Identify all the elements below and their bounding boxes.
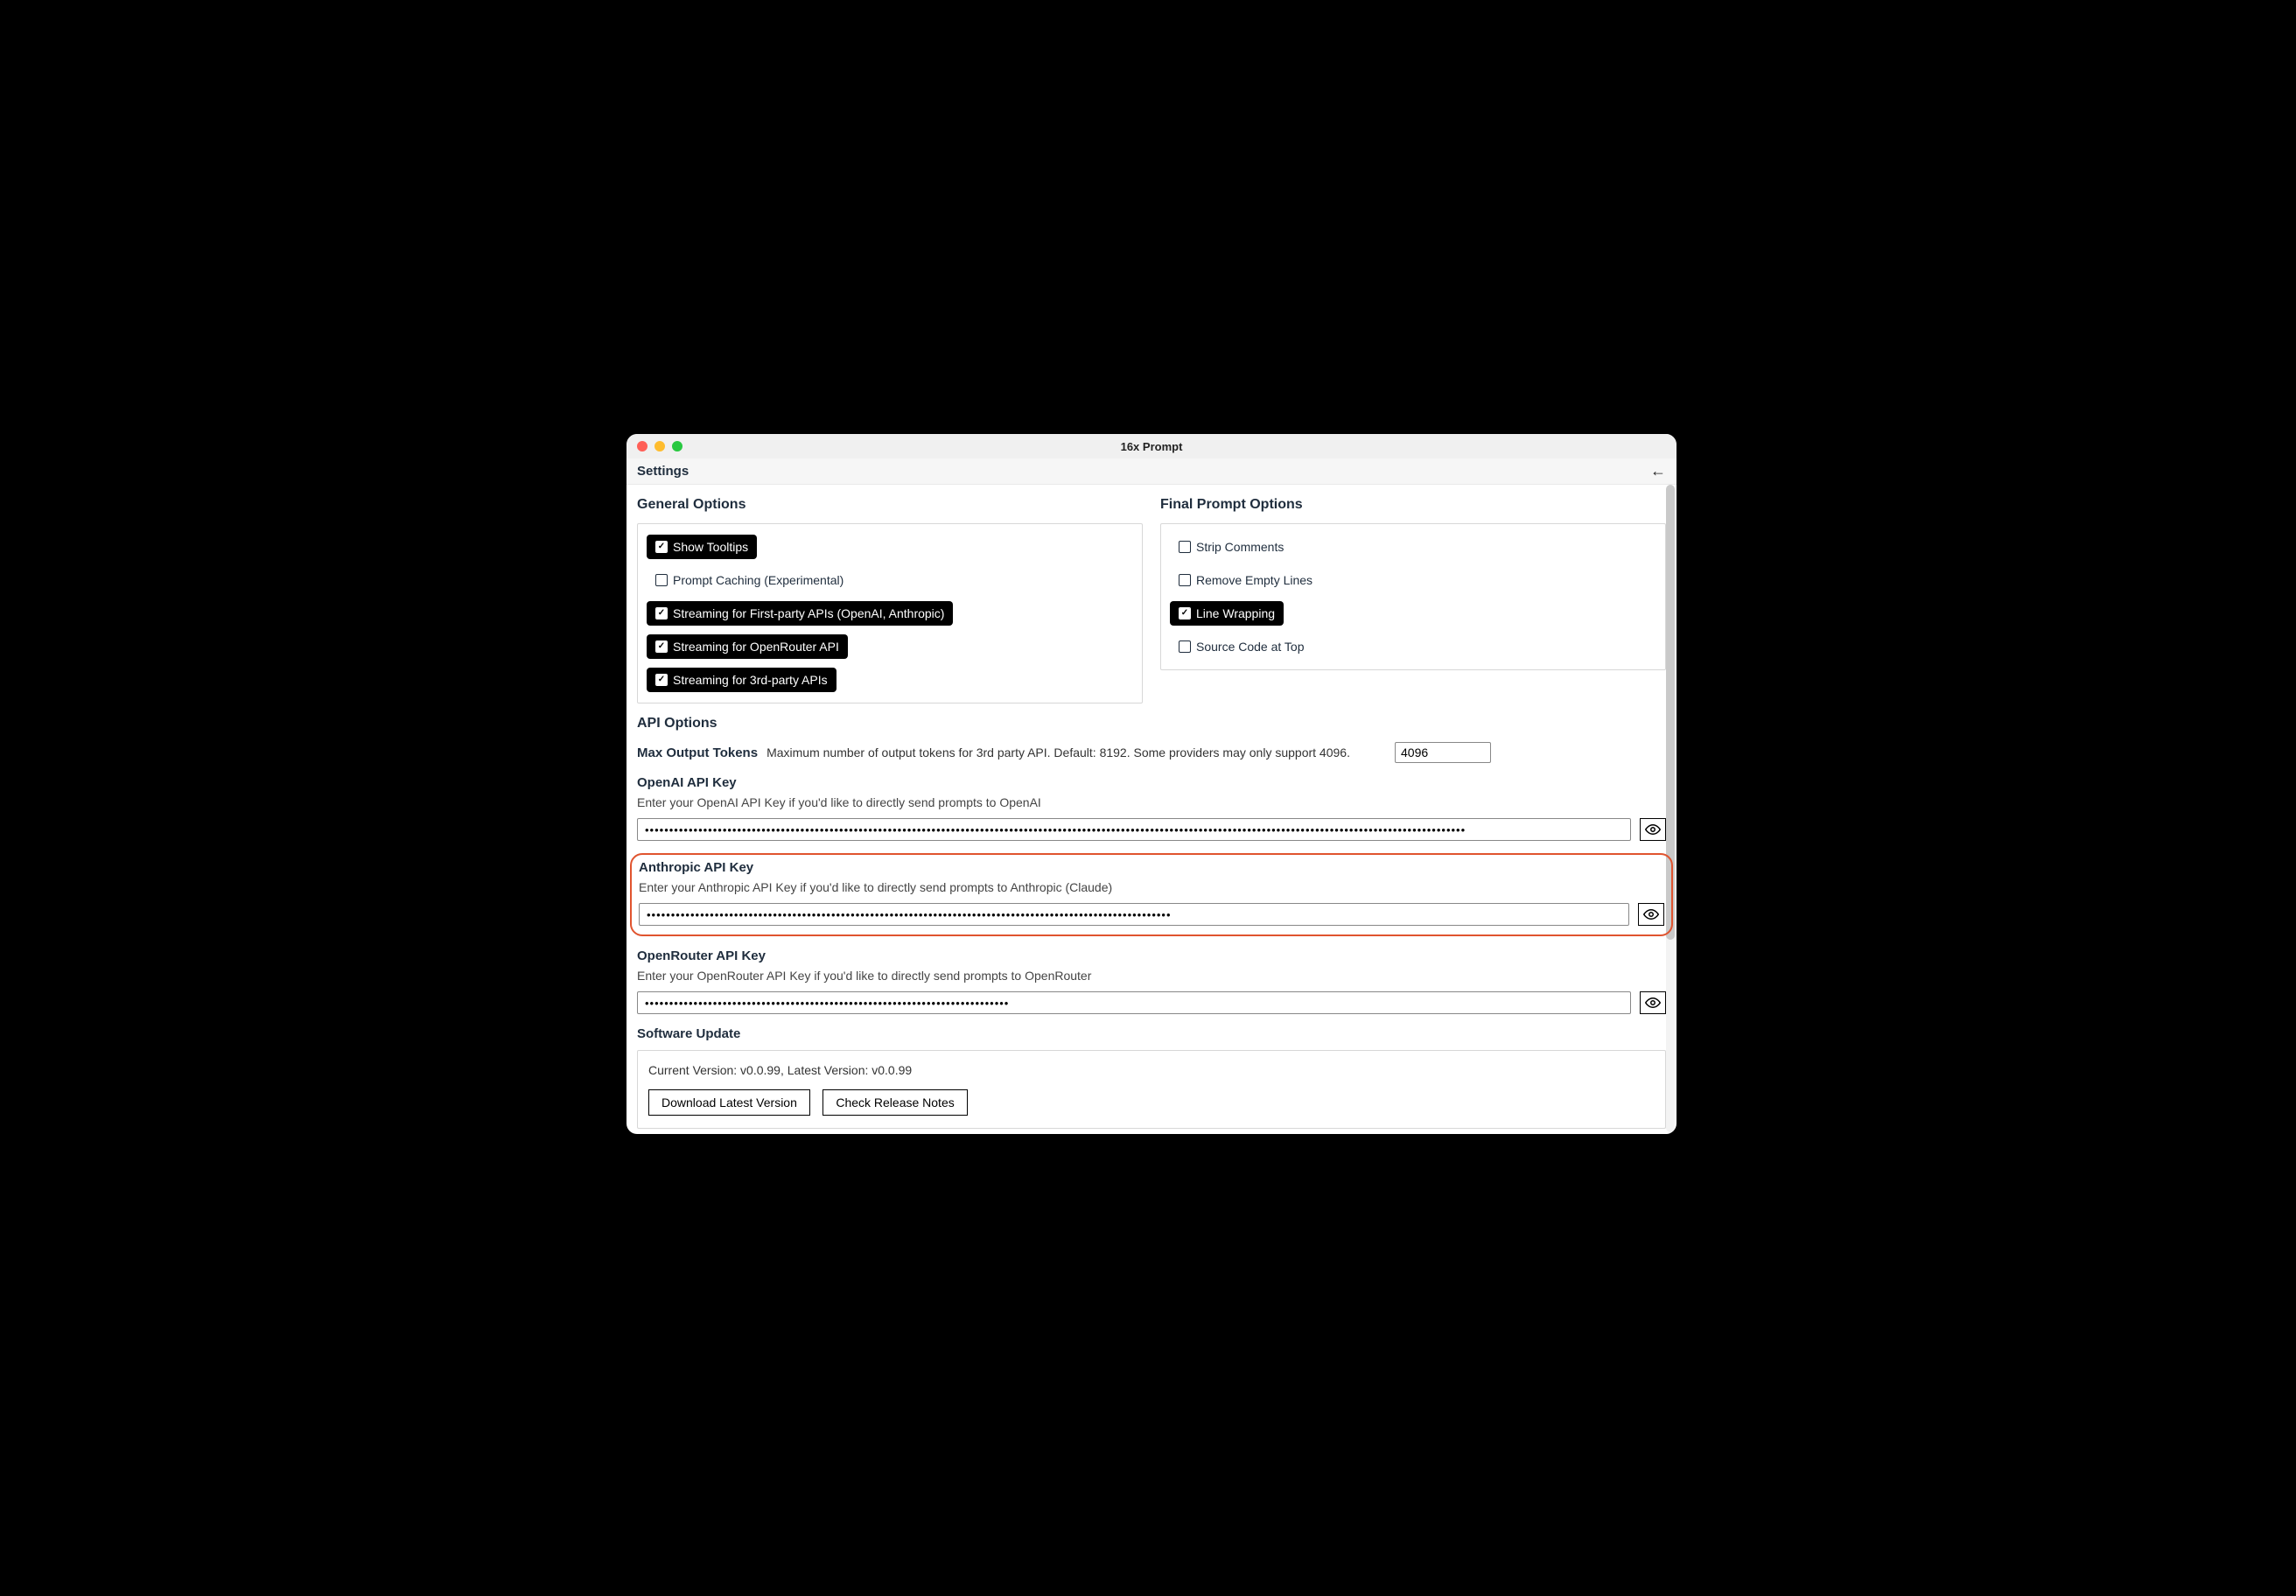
checkbox-icon — [1179, 574, 1191, 586]
checkbox-icon — [1179, 640, 1191, 653]
app-window: 16x Prompt Settings ← General Options Sh… — [626, 434, 1676, 1134]
checkbox-label: Streaming for First-party APIs (OpenAI, … — [673, 606, 944, 620]
general-options-heading: General Options — [637, 497, 1143, 513]
show-tooltips-checkbox[interactable]: Show Tooltips — [647, 535, 757, 559]
openai-key-label: OpenAI API Key — [637, 775, 1666, 790]
software-update-heading: Software Update — [637, 1026, 1666, 1041]
checkbox-label: Show Tooltips — [673, 540, 748, 554]
back-arrow-icon[interactable]: ← — [1650, 462, 1666, 480]
window-controls — [637, 441, 682, 452]
checkbox-label: Line Wrapping — [1196, 606, 1275, 620]
anthropic-key-input[interactable] — [639, 903, 1629, 926]
line-wrapping-checkbox[interactable]: Line Wrapping — [1170, 601, 1284, 626]
anthropic-key-label: Anthropic API Key — [639, 860, 1664, 875]
final-prompt-box: Strip Comments Remove Empty Lines Line W… — [1160, 523, 1666, 670]
minimize-window-button[interactable] — [654, 441, 665, 452]
remove-empty-lines-checkbox[interactable]: Remove Empty Lines — [1170, 568, 1321, 592]
api-options-heading: API Options — [637, 716, 1666, 732]
page-title: Settings — [637, 464, 689, 479]
checkbox-label: Streaming for 3rd-party APIs — [673, 673, 828, 687]
openai-key-input[interactable] — [637, 818, 1631, 841]
checkbox-icon — [655, 674, 668, 686]
version-status: Current Version: v0.0.99, Latest Version… — [648, 1063, 1655, 1077]
source-code-top-checkbox[interactable]: Source Code at Top — [1170, 634, 1313, 659]
openrouter-key-hint: Enter your OpenRouter API Key if you'd l… — [637, 969, 1666, 983]
anthropic-key-reveal-button[interactable] — [1638, 903, 1664, 926]
checkbox-label: Remove Empty Lines — [1196, 573, 1312, 587]
general-options-box: Show Tooltips Prompt Caching (Experiment… — [637, 523, 1143, 704]
max-tokens-input[interactable] — [1395, 742, 1491, 763]
final-prompt-heading: Final Prompt Options — [1160, 497, 1666, 513]
eye-icon — [1645, 995, 1661, 1011]
max-tokens-label: Max Output Tokens — [637, 746, 758, 760]
settings-content: General Options Show Tooltips Prompt Cac… — [626, 485, 1676, 1134]
prompt-caching-checkbox[interactable]: Prompt Caching (Experimental) — [647, 568, 852, 592]
titlebar: 16x Prompt — [626, 434, 1676, 458]
checkbox-icon — [655, 640, 668, 653]
openai-key-hint: Enter your OpenAI API Key if you'd like … — [637, 795, 1666, 809]
checkbox-icon — [655, 607, 668, 620]
checkbox-icon — [655, 574, 668, 586]
check-release-notes-button[interactable]: Check Release Notes — [822, 1089, 967, 1116]
checkbox-icon — [655, 541, 668, 553]
eye-icon — [1645, 822, 1661, 837]
maximize-window-button[interactable] — [672, 441, 682, 452]
checkbox-label: Source Code at Top — [1196, 640, 1305, 654]
checkbox-icon — [1179, 607, 1191, 620]
anthropic-key-section-highlight: Anthropic API Key Enter your Anthropic A… — [630, 853, 1673, 936]
checkbox-label: Prompt Caching (Experimental) — [673, 573, 844, 587]
streaming-firstparty-checkbox[interactable]: Streaming for First-party APIs (OpenAI, … — [647, 601, 953, 626]
streaming-3rdparty-checkbox[interactable]: Streaming for 3rd-party APIs — [647, 668, 836, 692]
openai-key-reveal-button[interactable] — [1640, 818, 1666, 841]
openrouter-key-label: OpenRouter API Key — [637, 948, 1666, 963]
eye-icon — [1643, 906, 1659, 922]
checkbox-label: Strip Comments — [1196, 540, 1284, 554]
close-window-button[interactable] — [637, 441, 648, 452]
page-header: Settings ← — [626, 458, 1676, 485]
anthropic-key-hint: Enter your Anthropic API Key if you'd li… — [639, 880, 1664, 894]
window-title: 16x Prompt — [1121, 440, 1183, 453]
openrouter-key-input[interactable] — [637, 991, 1631, 1014]
checkbox-icon — [1179, 541, 1191, 553]
software-update-box: Current Version: v0.0.99, Latest Version… — [637, 1050, 1666, 1129]
checkbox-label: Streaming for OpenRouter API — [673, 640, 839, 654]
streaming-openrouter-checkbox[interactable]: Streaming for OpenRouter API — [647, 634, 848, 659]
max-tokens-desc: Maximum number of output tokens for 3rd … — [766, 746, 1350, 760]
strip-comments-checkbox[interactable]: Strip Comments — [1170, 535, 1292, 559]
download-latest-button[interactable]: Download Latest Version — [648, 1089, 810, 1116]
openrouter-key-reveal-button[interactable] — [1640, 991, 1666, 1014]
